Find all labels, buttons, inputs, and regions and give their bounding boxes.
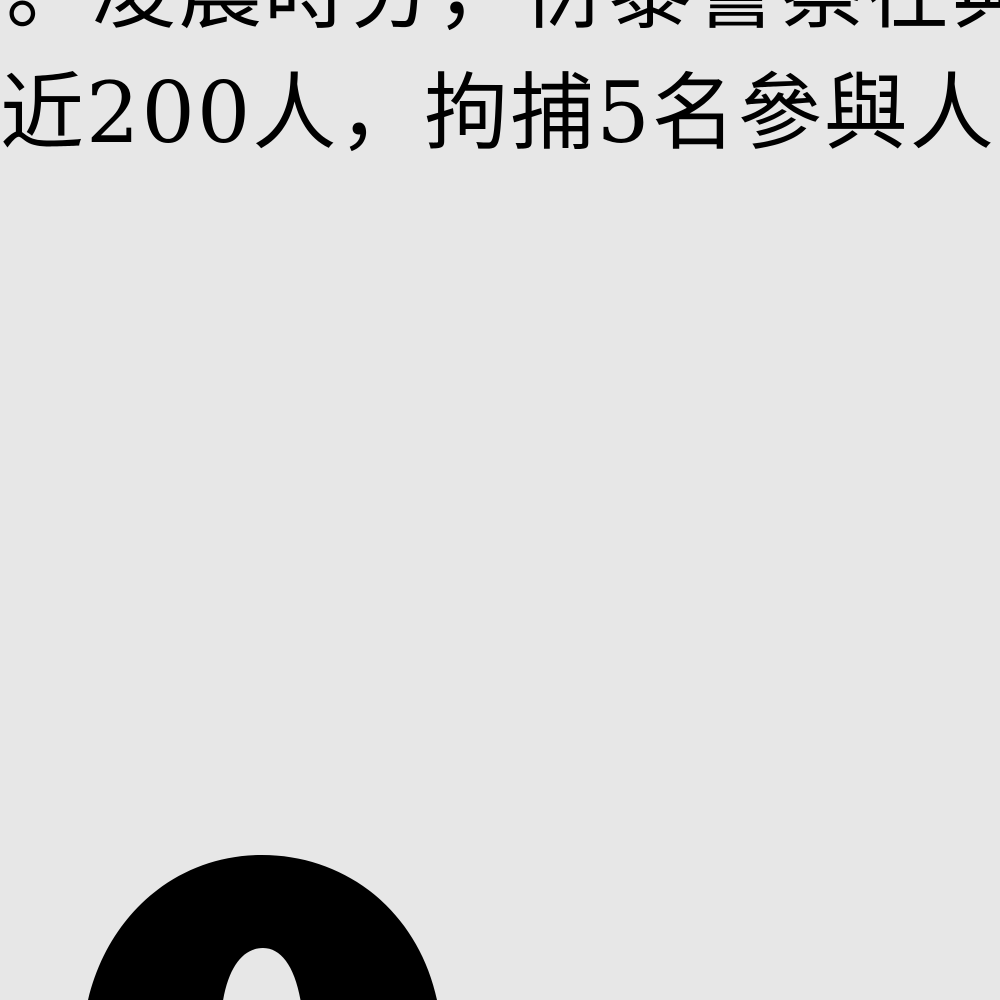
article-text-line-2: 近200人，拘捕5名參與人士 [0,64,1000,162]
large-numeral-fragment [88,850,438,1000]
article-text-line-1: 。凌晨時分，衍黎警察在與 [6,0,1000,42]
document-page: 。凌晨時分，衍黎警察在與 近200人，拘捕5名參與人士 [0,0,1000,1000]
